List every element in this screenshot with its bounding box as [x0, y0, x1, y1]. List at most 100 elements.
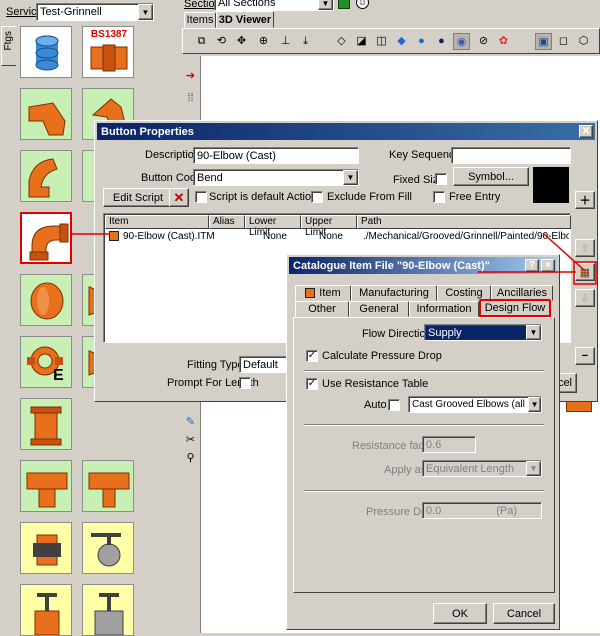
color-wheel-icon[interactable]: ✿ — [495, 33, 512, 50]
tab-manufacturing[interactable]: Manufacturing — [351, 285, 437, 301]
chevron-down-icon[interactable]: ▼ — [138, 4, 153, 20]
pipe-icon — [30, 406, 62, 446]
palette-tile-tee-reducing[interactable] — [82, 460, 134, 512]
cube-flat-icon[interactable]: ◫ — [373, 33, 390, 50]
prompt-length-checkbox[interactable] — [239, 377, 251, 389]
chevron-down-icon[interactable]: ▼ — [528, 397, 541, 412]
move-down-button[interactable]: ⇩ — [575, 289, 595, 307]
step-icon[interactable]: ⤓ — [297, 33, 314, 50]
sphere-dark-icon[interactable]: ● — [433, 33, 450, 50]
palette-tile-elbow-22[interactable] — [20, 88, 72, 140]
service-select[interactable]: Test-Grinnell ▼ — [36, 3, 154, 21]
tab-information[interactable]: Information — [409, 301, 479, 317]
auto-checkbox[interactable] — [388, 399, 400, 411]
chevron-down-icon[interactable]: ▼ — [526, 461, 541, 476]
cube-shaded-icon[interactable]: ◆ — [393, 33, 410, 50]
resistance-table-select[interactable]: Cast Grooved Elbows (all angle ▼ — [408, 396, 542, 413]
palette-tile-butterfly-valve[interactable] — [82, 522, 134, 574]
column-header-item[interactable]: Item — [105, 215, 209, 229]
button-code-select[interactable]: Bend ▼ — [193, 169, 359, 186]
description-label: Description — [145, 149, 201, 161]
tag-icon[interactable]: ⚲ — [182, 450, 199, 467]
chevron-down-icon[interactable]: ▼ — [343, 170, 358, 185]
no-render-icon[interactable]: ⊘ — [475, 33, 492, 50]
rotate-icon[interactable]: ⟲ — [213, 33, 230, 50]
fixed-size-checkbox[interactable] — [435, 173, 447, 185]
move-up-button[interactable]: ⇧ — [575, 239, 595, 257]
resistance-factor-input[interactable]: 0.6 — [422, 436, 476, 453]
view-side-icon[interactable]: ⬡ — [575, 33, 592, 50]
sphere-icon[interactable]: ● — [413, 33, 430, 50]
axis-icon[interactable]: ⊥ — [277, 33, 294, 50]
orbit-icon[interactable]: ⊕ — [255, 33, 272, 50]
palette-tile-bundle[interactable] — [20, 26, 72, 78]
section-select[interactable]: All Sections ▼ — [214, 0, 334, 11]
add-item-button[interactable]: ＋ — [575, 191, 595, 209]
delete-script-button[interactable]: ✕ — [169, 188, 189, 207]
column-header-lower-limit[interactable]: Lower Limit — [245, 215, 301, 238]
button-properties-titlebar: Button Properties ✕ — [97, 123, 595, 140]
remove-item-button[interactable]: − — [575, 347, 595, 365]
tab-item[interactable]: Item — [295, 285, 351, 301]
free-entry-label: Free Entry — [449, 191, 501, 203]
cylinder-stack-icon — [35, 35, 59, 71]
view-iso-selected-icon[interactable]: ▣ — [535, 33, 552, 50]
palette-tile-bs1387[interactable]: BS1387 — [82, 26, 134, 78]
tab-other[interactable]: Other — [295, 301, 349, 317]
cube-wire-icon[interactable]: ◇ — [333, 33, 350, 50]
key-sequence-label: Key Sequence — [389, 149, 461, 161]
calc-pressure-drop-checkbox[interactable]: ✓ — [306, 350, 318, 362]
column-header-path[interactable]: Path — [357, 215, 571, 229]
tab-design-flow[interactable]: Design Flow — [479, 299, 551, 317]
description-input[interactable]: 90-Elbow (Cast) — [193, 147, 359, 164]
cancel-button[interactable]: Cancel — [493, 603, 555, 624]
divider — [304, 490, 544, 492]
symbol-button[interactable]: Symbol... — [453, 167, 529, 186]
exclude-fill-checkbox[interactable] — [311, 191, 323, 203]
pan-icon[interactable]: ✥ — [233, 33, 250, 50]
cube-hidden-icon[interactable]: ◪ — [353, 33, 370, 50]
edit-item-button[interactable]: ▦ — [575, 263, 595, 281]
column-header-alias[interactable]: Alias — [209, 215, 245, 229]
palette-tile-elbow-90-selected[interactable] — [20, 212, 72, 264]
help-icon[interactable]: ? — [525, 259, 539, 272]
view-front-icon[interactable]: ◻ — [555, 33, 572, 50]
chevron-down-icon[interactable]: ▼ — [526, 325, 541, 340]
palette-tile-pipe[interactable] — [20, 398, 72, 450]
script-default-label: Script is default Action — [209, 191, 318, 203]
free-entry-checkbox[interactable] — [433, 191, 445, 203]
apply-as-select[interactable]: Equivalent Length ▼ — [422, 460, 542, 477]
row-item: 90-Elbow (Cast).ITM — [123, 231, 215, 242]
edit-script-button[interactable]: Edit Script — [103, 188, 173, 207]
palette-tile-clamp[interactable]: E — [20, 336, 72, 388]
column-header-upper-limit[interactable]: Upper Limit — [301, 215, 357, 238]
zoom-window-icon[interactable]: ⧉ — [193, 33, 210, 50]
palette-tile-check-valve[interactable] — [82, 584, 134, 636]
scissors-icon[interactable]: ✂ — [182, 432, 199, 449]
palette-tile-tee[interactable] — [20, 460, 72, 512]
tab-3d-viewer[interactable]: 3D Viewer — [216, 11, 274, 28]
grip-icon[interactable]: ⁞⁞ — [182, 90, 199, 107]
table-row[interactable]: 90-Elbow (Cast).ITM None None ./Mechanic… — [105, 230, 571, 244]
flow-direction-select[interactable]: Supply ▼ — [424, 324, 542, 341]
palette-tile-coupling[interactable] — [20, 522, 72, 574]
chevron-down-icon[interactable]: ▼ — [318, 0, 333, 10]
tab-general[interactable]: General — [349, 301, 409, 317]
arrow-right-icon[interactable]: ➔ — [182, 68, 199, 85]
catalogue-item-dialog: Catalogue Item File "90-Elbow (Cast)" ? … — [286, 254, 560, 630]
side-tab[interactable]: Ftgs — [1, 26, 17, 66]
tab-items[interactable]: Items — [184, 12, 216, 28]
paint-icon[interactable]: ✎ — [182, 414, 199, 431]
layer-icon[interactable] — [338, 0, 350, 9]
smiley-icon[interactable]: ☺ — [356, 0, 369, 9]
sphere-selected-icon[interactable]: ◉ — [453, 33, 470, 50]
script-default-checkbox[interactable] — [195, 191, 207, 203]
palette-tile-gate-valve[interactable] — [20, 584, 72, 636]
close-icon[interactable]: ✕ — [579, 125, 593, 138]
palette-tile-elbow-60[interactable] — [20, 150, 72, 202]
ok-button[interactable]: OK — [433, 603, 487, 624]
close-icon[interactable]: × — [541, 259, 555, 272]
key-sequence-input[interactable] — [451, 147, 571, 164]
palette-tile-cap[interactable] — [20, 274, 72, 326]
use-resistance-checkbox[interactable]: ✓ — [306, 378, 318, 390]
